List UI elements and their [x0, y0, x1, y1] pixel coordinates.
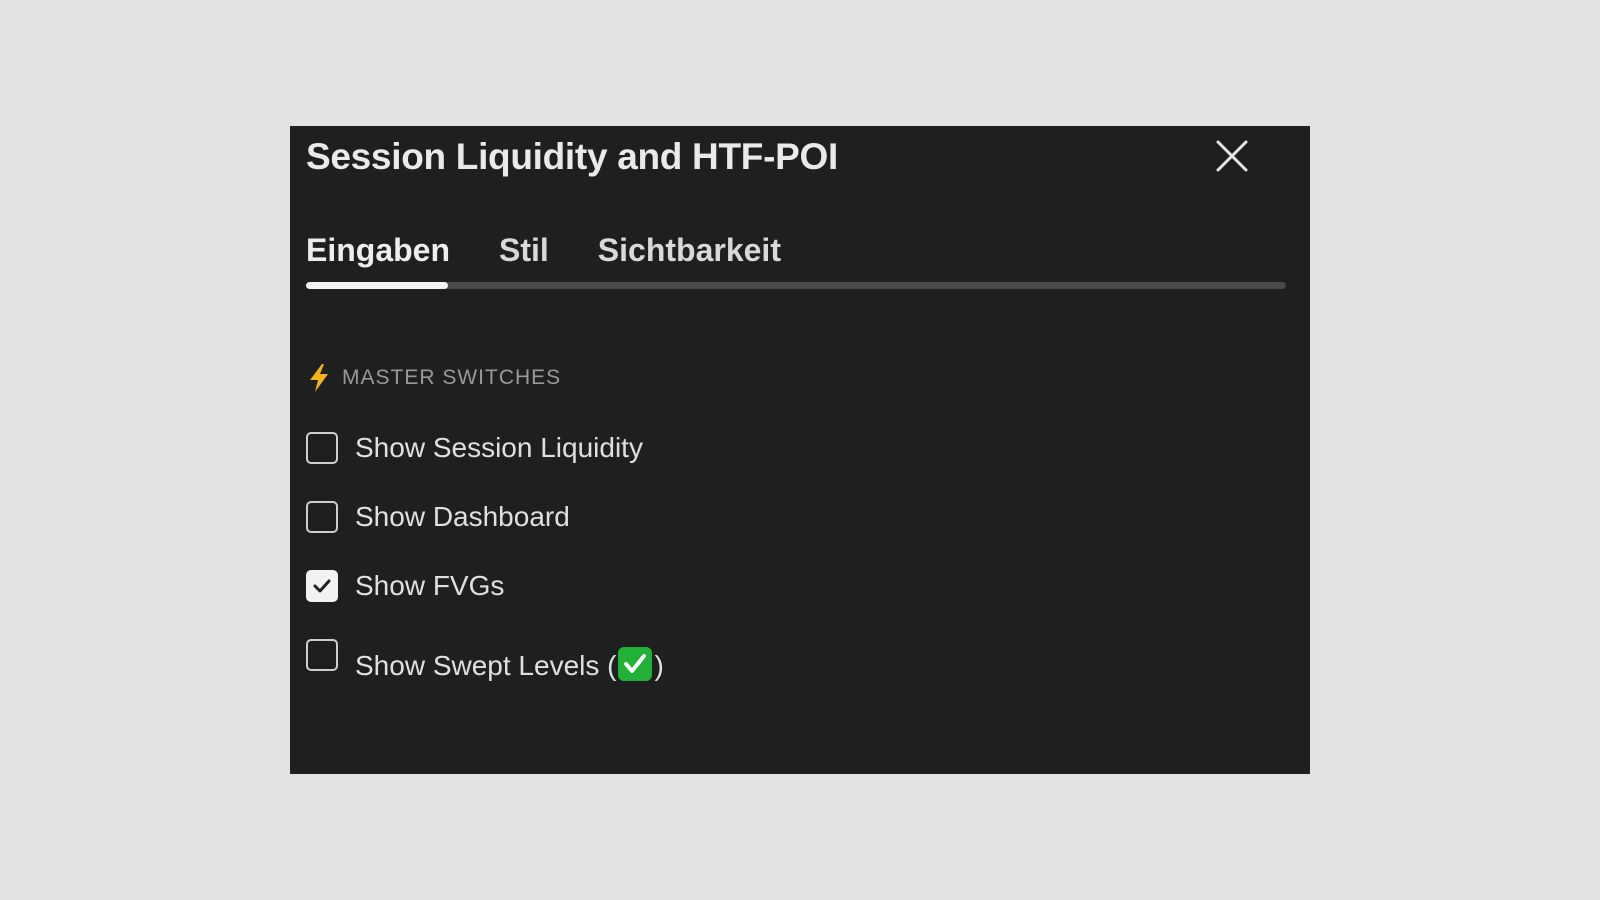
option-label-prefix: Show Swept Levels (	[355, 650, 617, 681]
tab-eingaben[interactable]: Eingaben	[306, 230, 450, 270]
checkbox-show-dashboard[interactable]	[306, 501, 338, 533]
option-label: Show Dashboard	[355, 501, 570, 532]
option-label-suffix: )	[654, 650, 664, 681]
option-show-session-liquidity[interactable]: Show Session Liquidity	[306, 432, 643, 464]
active-tab-indicator	[306, 282, 448, 289]
green-check-emoji-icon	[618, 647, 653, 681]
option-show-fvgs[interactable]: Show FVGs	[306, 570, 504, 602]
section-header-master-switches: MASTER SWITCHES	[306, 362, 561, 394]
option-label: Show Swept Levels ()	[355, 647, 664, 682]
close-button[interactable]	[1210, 134, 1254, 178]
lightning-bolt-icon	[310, 364, 328, 392]
tab-track	[306, 282, 1286, 289]
checkbox-show-session-liquidity[interactable]	[306, 432, 338, 464]
option-show-swept-levels[interactable]: Show Swept Levels ()	[306, 639, 664, 682]
tab-bar: Eingaben Stil Sichtbarkeit	[306, 230, 830, 270]
option-label: Show Session Liquidity	[355, 432, 643, 463]
checkbox-show-fvgs[interactable]	[306, 570, 338, 602]
checkbox-show-swept-levels[interactable]	[306, 639, 338, 671]
tab-stil[interactable]: Stil	[499, 230, 549, 270]
option-label: Show FVGs	[355, 570, 505, 601]
section-label: MASTER SWITCHES	[342, 366, 562, 389]
dialog-title: Session Liquidity and HTF-POI	[306, 136, 838, 177]
checkmark-icon	[313, 579, 331, 593]
tab-sichtbarkeit[interactable]: Sichtbarkeit	[598, 230, 781, 270]
option-show-dashboard[interactable]: Show Dashboard	[306, 501, 570, 533]
settings-dialog: Session Liquidity and HTF-POI Eingaben S…	[290, 126, 1310, 774]
close-icon	[1216, 140, 1248, 172]
